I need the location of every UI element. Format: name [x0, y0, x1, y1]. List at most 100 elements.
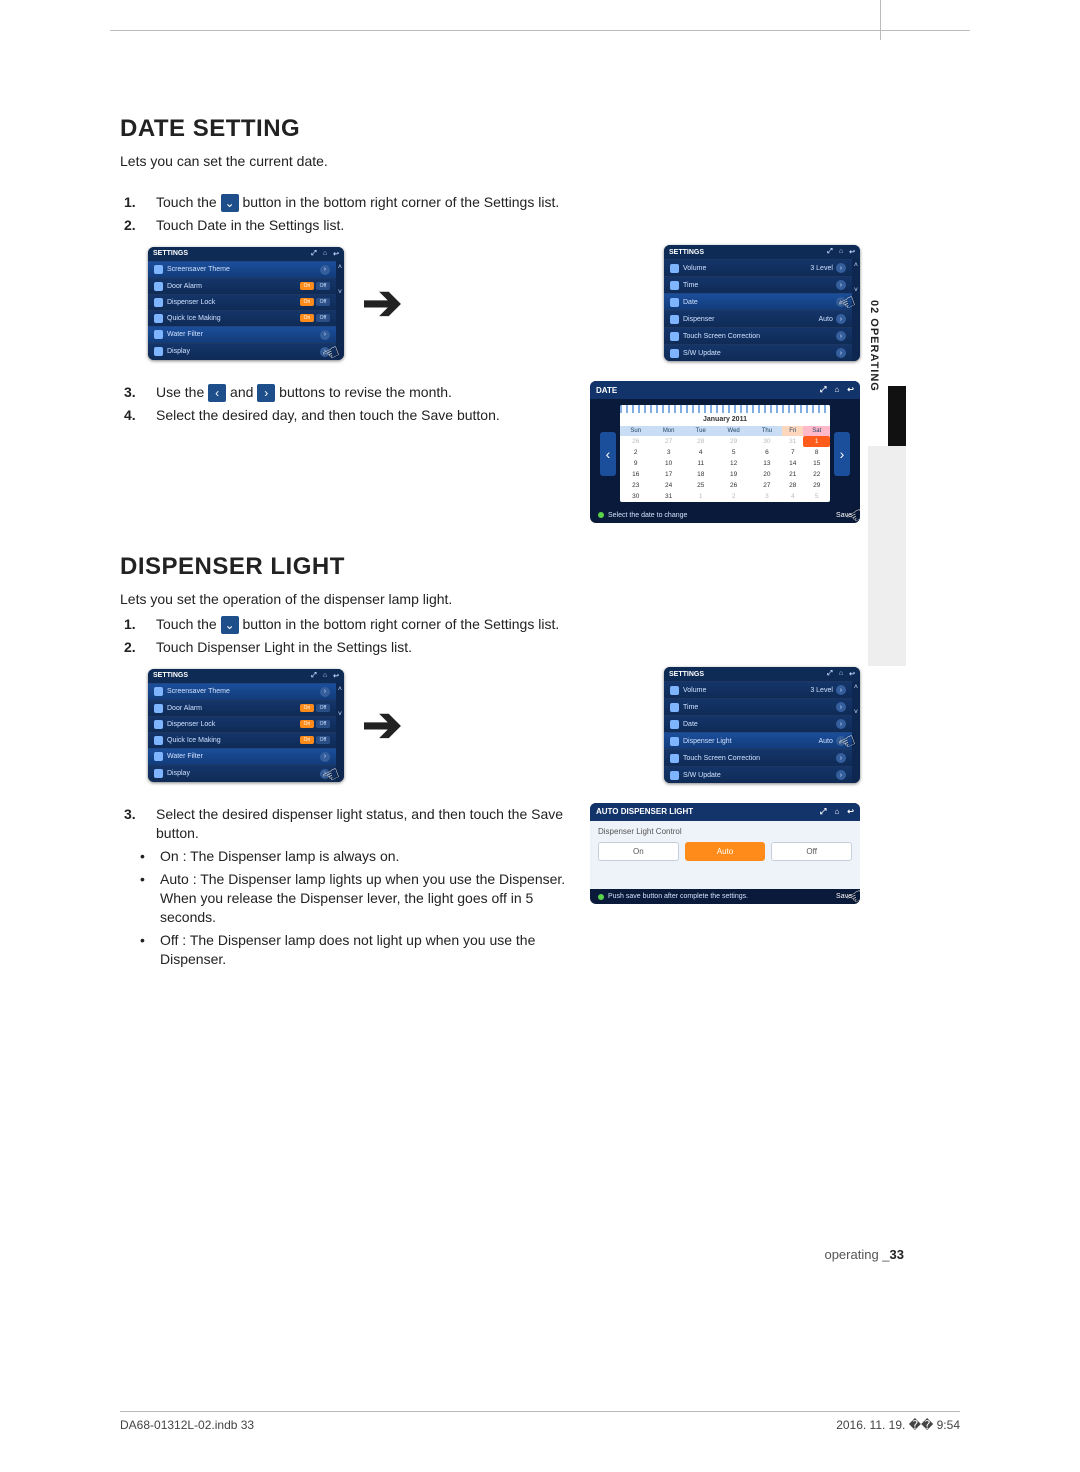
- status-dot-icon: [598, 512, 604, 518]
- chevron-right-icon: ›: [257, 384, 275, 402]
- back-icon[interactable]: ↩: [847, 385, 854, 395]
- chapter-tab-label: 02 OPERATING: [868, 300, 880, 392]
- volume-level: 3 Level: [810, 265, 833, 272]
- row-dispenser-light[interactable]: Dispenser Light: [683, 738, 732, 745]
- row-touch-correction[interactable]: Touch Screen Correction: [683, 755, 760, 762]
- row-water-filter[interactable]: Water Filter: [167, 753, 203, 760]
- row-touch-correction[interactable]: Touch Screen Correction: [683, 333, 760, 340]
- toggle[interactable]: OnOff: [300, 282, 330, 290]
- back-icon[interactable]: ↩: [333, 250, 339, 258]
- row-water-filter[interactable]: Water Filter: [167, 331, 203, 338]
- dl-step-1: Touch the ⌄ button in the bottom right c…: [148, 613, 860, 636]
- thumb-index-fade: [868, 446, 906, 666]
- home-icon[interactable]: ⌂: [834, 807, 839, 817]
- row-display[interactable]: Display: [167, 770, 190, 777]
- calendar-table: Sun Mon Tue Wed Thu Fri Sat 262728293031…: [620, 426, 830, 502]
- home-icon[interactable]: ⌂: [323, 250, 327, 258]
- dl-bullet-off: Off : The Dispenser lamp does not light …: [154, 929, 576, 971]
- content-column: DATE SETTING Lets you can set the curren…: [120, 115, 860, 971]
- settings-panel-left-2: SETTINGS⤢⌂↩ Screensaver Theme› Door Alar…: [148, 669, 344, 782]
- dl-panel-title: AUTO DISPENSER LIGHT: [596, 807, 693, 817]
- dispenser-light-lede: Lets you set the operation of the dispen…: [120, 591, 860, 607]
- status-dot-icon: [598, 894, 604, 900]
- thumb-index-bar: [888, 386, 906, 446]
- dl-opt-off[interactable]: Off: [771, 842, 852, 861]
- home-icon[interactable]: ⌂: [323, 672, 327, 680]
- settings-panel-left: SETTINGS ⤢ ⌂ ↩ Screensaver Theme› Door A…: [148, 247, 344, 360]
- back-icon[interactable]: ↩: [849, 670, 855, 678]
- page-number: 33: [890, 1247, 904, 1262]
- next-month-button[interactable]: ›: [834, 432, 850, 476]
- print-footer: DA68-01312L-02.indb 33 2016. 11. 19. �� …: [120, 1411, 960, 1432]
- row-dispenser-lock[interactable]: Dispenser Lock: [167, 299, 215, 306]
- date-step-2: Touch Date in the Settings list.: [148, 214, 860, 237]
- row-date[interactable]: Date: [683, 299, 698, 306]
- expand-icon[interactable]: ⤢: [820, 807, 826, 817]
- page-footer: operating _33: [824, 1247, 904, 1262]
- home-icon[interactable]: ⌂: [839, 670, 843, 678]
- back-icon[interactable]: ↩: [333, 672, 339, 680]
- row-dispenser[interactable]: Dispenser: [683, 316, 715, 323]
- row-display[interactable]: Display: [167, 348, 190, 355]
- selected-day[interactable]: 1: [803, 436, 830, 447]
- row-quick-ice[interactable]: Quick Ice Making: [167, 315, 221, 322]
- save-button[interactable]: Save: [836, 893, 852, 900]
- back-icon[interactable]: ↩: [849, 248, 855, 256]
- dl-step-3: Select the desired dispenser light statu…: [148, 803, 576, 845]
- expand-icon[interactable]: ⤢: [827, 248, 833, 256]
- date-steps-1-2: Touch the ⌄ button in the bottom right c…: [120, 191, 860, 237]
- volume-level: 3 Level: [810, 687, 833, 694]
- date-step-1: Touch the ⌄ button in the bottom right c…: [148, 191, 860, 214]
- expand-icon[interactable]: ⤢: [311, 250, 317, 258]
- dl-opt-auto[interactable]: Auto: [685, 842, 766, 861]
- auto-dispenser-light-panel: AUTO DISPENSER LIGHT ⤢⌂↩ Dispenser Light…: [590, 803, 860, 904]
- expand-icon[interactable]: ⤢: [820, 385, 826, 395]
- row-screensaver[interactable]: Screensaver Theme: [167, 688, 230, 695]
- prev-month-button[interactable]: ‹: [600, 432, 616, 476]
- row-date[interactable]: Date: [683, 721, 698, 728]
- date-picker-panel: DATE ⤢⌂↩ ‹ January 2011 Sun Mon Tue: [590, 381, 860, 523]
- row-time[interactable]: Time: [683, 282, 698, 289]
- top-rule: [110, 30, 970, 31]
- row-sw-update[interactable]: S/W Update: [683, 350, 721, 357]
- scroll-down-icon: ⌄: [221, 194, 239, 212]
- row-time[interactable]: Time: [683, 704, 698, 711]
- date-step-3: Use the ‹ and › buttons to revise the mo…: [148, 381, 576, 404]
- chevron-right-icon[interactable]: ›: [320, 265, 330, 275]
- panel-title: SETTINGS: [669, 671, 704, 678]
- expand-icon[interactable]: ⤢: [827, 670, 833, 678]
- row-screensaver[interactable]: Screensaver Theme: [167, 266, 230, 273]
- dispenser-auto: Auto: [819, 316, 833, 323]
- dl-bullet-auto: Auto : The Dispenser lamp lights up when…: [154, 868, 576, 929]
- home-icon[interactable]: ⌂: [839, 248, 843, 256]
- date-setting-heading: DATE SETTING: [120, 115, 860, 143]
- chevron-left-icon: ‹: [208, 384, 226, 402]
- back-icon[interactable]: ↩: [847, 807, 854, 817]
- row-door-alarm[interactable]: Door Alarm: [167, 705, 202, 712]
- row-dispenser-lock[interactable]: Dispenser Lock: [167, 721, 215, 728]
- date-panel-title: DATE: [596, 386, 617, 395]
- row-volume[interactable]: Volume: [683, 265, 706, 272]
- date-panel-hint: Select the date to change: [608, 512, 687, 519]
- scrollbar[interactable]: ˄˅: [852, 681, 860, 783]
- dl-panel-hint: Push save button after complete the sett…: [608, 893, 748, 900]
- expand-icon[interactable]: ⤢: [311, 672, 317, 680]
- dl-bullets: On : The Dispenser lamp is always on. Au…: [120, 845, 576, 970]
- print-footer-left: DA68-01312L-02.indb 33: [120, 1418, 254, 1432]
- dl-steps-1-2: Touch the ⌄ button in the bottom right c…: [120, 613, 860, 659]
- row-volume[interactable]: Volume: [683, 687, 706, 694]
- dl-auto: Auto: [819, 738, 833, 745]
- save-button[interactable]: Save: [836, 512, 852, 519]
- page: 02 OPERATING DATE SETTING Lets you can s…: [0, 0, 1080, 1472]
- dispenser-light-heading: DISPENSER LIGHT: [120, 553, 860, 581]
- row-door-alarm[interactable]: Door Alarm: [167, 283, 202, 290]
- dl-opt-on[interactable]: On: [598, 842, 679, 861]
- date-setting-lede: Lets you can set the current date.: [120, 153, 860, 169]
- home-icon[interactable]: ⌂: [834, 385, 839, 395]
- date-figure-row-1: SETTINGS ⤢ ⌂ ↩ Screensaver Theme› Door A…: [148, 245, 860, 361]
- spiral-binding-icon: [620, 405, 830, 413]
- row-sw-update[interactable]: S/W Update: [683, 772, 721, 779]
- dl-segmented-control: On Auto Off: [598, 842, 852, 861]
- dl-step3-row: Select the desired dispenser light statu…: [120, 803, 860, 970]
- row-quick-ice[interactable]: Quick Ice Making: [167, 737, 221, 744]
